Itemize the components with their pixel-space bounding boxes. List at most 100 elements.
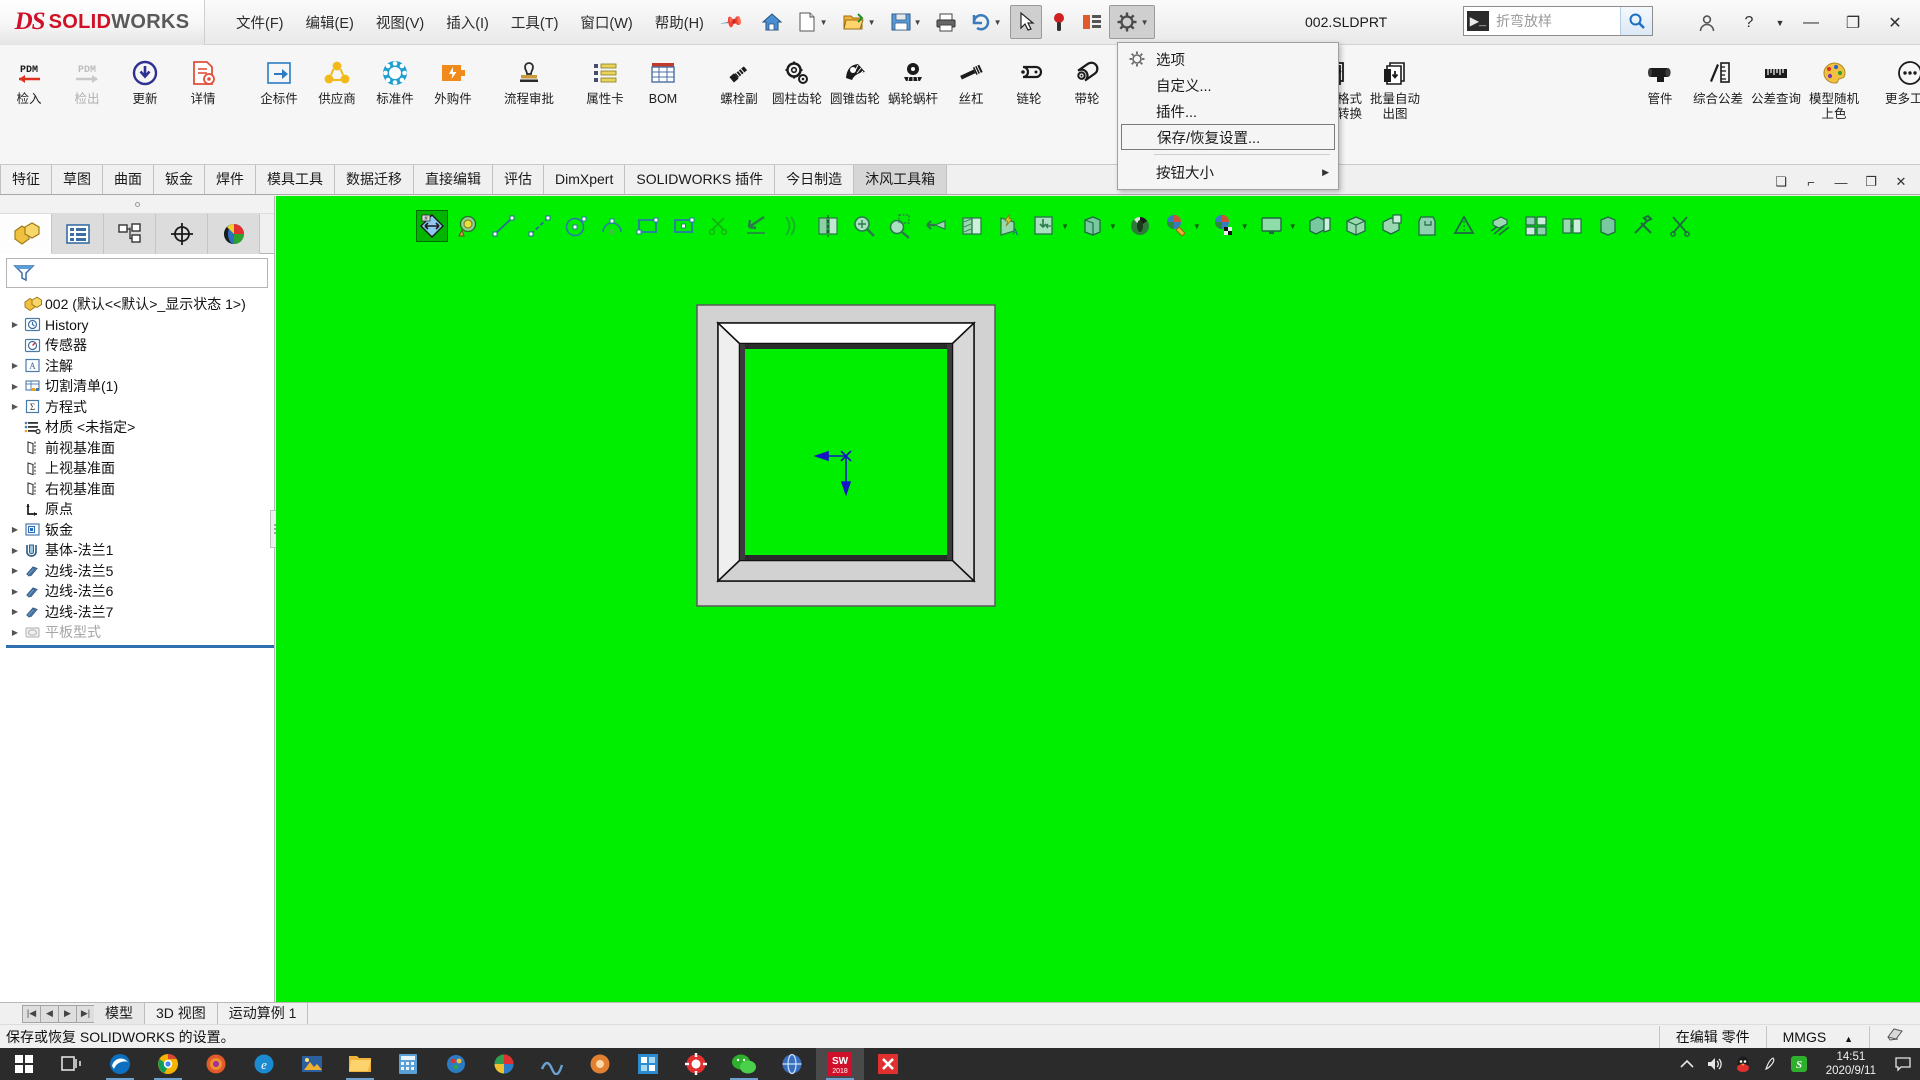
ribbon-button-enterprise-part[interactable]: 企标件 bbox=[250, 51, 308, 127]
tree-item-sheetmetal[interactable]: ▶ 钣金 bbox=[6, 520, 274, 541]
sogou-input-icon[interactable]: S bbox=[1786, 1048, 1812, 1080]
menu-item-save-restore-settings[interactable]: 保存/恢复设置... bbox=[1121, 124, 1335, 150]
calculator-icon[interactable] bbox=[384, 1048, 432, 1080]
tree-item-history[interactable]: ▶ History bbox=[6, 315, 274, 336]
submenu-arrow-icon[interactable]: ▶ bbox=[1322, 167, 1329, 178]
box-icon[interactable] bbox=[1592, 210, 1624, 242]
tree-item-annotations[interactable]: ▶ A 注解 bbox=[6, 356, 274, 377]
user-account-icon[interactable] bbox=[1686, 0, 1728, 45]
qq-icon[interactable] bbox=[1730, 1048, 1756, 1080]
tree-item-part-root[interactable]: 002 (默认<<默认>_显示状态 1>) bbox=[6, 294, 274, 315]
ribbon-button-approval[interactable]: 流程审批 bbox=[500, 51, 558, 127]
tree-item-sensors[interactable]: 传感器 bbox=[6, 335, 274, 356]
undo-button[interactable]: ▼ bbox=[963, 5, 1009, 39]
paint-icon[interactable] bbox=[432, 1048, 480, 1080]
pack-go-icon[interactable] bbox=[1340, 210, 1372, 242]
dimxpert-manager-tab[interactable] bbox=[156, 214, 208, 254]
tree-item-front-plane[interactable]: 前视基准面 bbox=[6, 438, 274, 459]
tree-arrow-icon[interactable]: ▶ bbox=[8, 382, 22, 391]
chevron-up-icon[interactable]: ▲ bbox=[1844, 1034, 1853, 1044]
chevron-down-icon[interactable]: ▼ bbox=[1193, 222, 1201, 231]
rotate-view-icon[interactable] bbox=[1256, 210, 1288, 242]
ribbon-button-batch-drawing[interactable]: 批量自动出图 bbox=[1366, 51, 1424, 127]
chevron-down-icon[interactable]: ▼ bbox=[994, 18, 1002, 27]
tree-arrow-icon[interactable]: ▶ bbox=[8, 607, 22, 616]
tab-weldments[interactable]: 焊件 bbox=[205, 165, 256, 194]
task-view-icon[interactable] bbox=[48, 1048, 96, 1080]
tree-arrow-icon[interactable]: ▶ bbox=[8, 546, 22, 555]
nav-first-button[interactable]: |◀ bbox=[22, 1004, 41, 1023]
solidworks-app-icon[interactable]: SW 2018 bbox=[816, 1048, 864, 1080]
ribbon-button-purchased-part[interactable]: 外购件 bbox=[424, 51, 482, 127]
convert-entities-icon[interactable] bbox=[740, 210, 772, 242]
zoom-to-fit-icon[interactable] bbox=[848, 210, 880, 242]
wechat-icon[interactable] bbox=[720, 1048, 768, 1080]
options-button[interactable]: ▼ bbox=[1108, 5, 1155, 39]
ribbon-button-standard-part[interactable]: 标准件 bbox=[366, 51, 424, 127]
tree-arrow-icon[interactable]: ▶ bbox=[8, 525, 22, 534]
scissors-icon[interactable] bbox=[1664, 210, 1696, 242]
offset-entities-icon[interactable] bbox=[776, 210, 808, 242]
new-document-button[interactable]: ▼ bbox=[789, 5, 835, 39]
tree-item-cutlist[interactable]: ▶ 切割清单(1) bbox=[6, 376, 274, 397]
ribbon-button-tolerance[interactable]: 综合公差 bbox=[1689, 51, 1747, 127]
pen-tool-icon[interactable] bbox=[1758, 1048, 1784, 1080]
menu-edit[interactable]: 编辑(E) bbox=[295, 7, 365, 38]
exploded-view-icon[interactable] bbox=[1376, 210, 1408, 242]
tab-dimxpert[interactable]: DimXpert bbox=[544, 165, 626, 194]
repair-icon[interactable] bbox=[1628, 210, 1660, 242]
tab-mufeng-toolbox[interactable]: 沐风工具箱 bbox=[854, 165, 948, 194]
tree-item-base-flange[interactable]: ▶ 基体-法兰1 bbox=[6, 540, 274, 561]
tab-direct-editing[interactable]: 直接编辑 bbox=[414, 165, 493, 194]
ribbon-button-random-color[interactable]: 模型随机上色 bbox=[1805, 51, 1863, 127]
mdi-maximize-doc[interactable]: ❐ bbox=[1858, 170, 1884, 194]
nav-next-button[interactable]: ▶ bbox=[58, 1004, 77, 1023]
ribbon-button-tolerance-query[interactable]: 公差查询 bbox=[1747, 51, 1805, 127]
appearance-icon[interactable] bbox=[1412, 210, 1444, 242]
tree-item-edge-flange-7[interactable]: ▶ 边线-法兰7 bbox=[6, 602, 274, 623]
ribbon-button-pulley[interactable]: 带轮 bbox=[1058, 51, 1116, 127]
centerline-icon[interactable] bbox=[524, 210, 556, 242]
search-box[interactable]: ▶_ 折弯放样 bbox=[1463, 6, 1653, 36]
property-manager-tab[interactable] bbox=[52, 214, 104, 254]
ribbon-button-bom[interactable]: BOM bbox=[634, 51, 692, 127]
tree-item-material[interactable]: 材质 <未指定> bbox=[6, 417, 274, 438]
mdi-pin-doc[interactable]: ⌐ bbox=[1798, 170, 1824, 194]
smart-dimension-icon[interactable]: # bbox=[416, 210, 448, 242]
open-document-button[interactable]: ▼ bbox=[836, 5, 882, 39]
mdi-minimize-doc[interactable]: — bbox=[1828, 170, 1854, 194]
ribbon-button-lead-screw[interactable]: 丝杠 bbox=[942, 51, 1000, 127]
tab-solidworks-addins[interactable]: SOLIDWORKS 插件 bbox=[625, 165, 776, 194]
chart-app-icon[interactable] bbox=[528, 1048, 576, 1080]
menu-item-button-size[interactable]: 按钮大小 ▶ bbox=[1118, 159, 1338, 185]
chevron-down-icon[interactable]: ▼ bbox=[868, 18, 876, 27]
bottom-tab-motion-study[interactable]: 运动算例 1 bbox=[218, 1003, 309, 1024]
tree-arrow-icon[interactable]: ▶ bbox=[8, 320, 22, 329]
bottom-tab-3d-views[interactable]: 3D 视图 bbox=[145, 1003, 218, 1024]
texture-icon[interactable] bbox=[1484, 210, 1516, 242]
search-input[interactable]: 折弯放样 bbox=[1489, 11, 1620, 31]
photos-icon[interactable] bbox=[480, 1048, 528, 1080]
tree-item-edge-flange-6[interactable]: ▶ 边线-法兰6 bbox=[6, 581, 274, 602]
save-button[interactable]: ▼ bbox=[883, 5, 929, 39]
grid-icon[interactable] bbox=[1520, 210, 1552, 242]
section-view-icon[interactable] bbox=[956, 210, 988, 242]
hide-show-items-icon[interactable] bbox=[1076, 210, 1108, 242]
panel-grip[interactable] bbox=[0, 196, 274, 214]
ribbon-button-pipe-fitting[interactable]: 管件 bbox=[1631, 51, 1689, 127]
mdi-close-doc[interactable]: ✕ bbox=[1888, 170, 1914, 194]
chevron-down-icon[interactable]: ▼ bbox=[1141, 18, 1149, 27]
menu-insert[interactable]: 插入(I) bbox=[435, 7, 500, 38]
tree-resize-bar[interactable] bbox=[6, 644, 274, 648]
overlay-icon[interactable] bbox=[1869, 1025, 1920, 1048]
tree-filter-box[interactable] bbox=[6, 258, 268, 288]
chevron-down-icon[interactable]: ▼ bbox=[914, 18, 922, 27]
settings-app-icon[interactable] bbox=[672, 1048, 720, 1080]
start-button[interactable] bbox=[0, 1048, 48, 1080]
units-selector[interactable]: MMGS ▲ bbox=[1765, 1025, 1869, 1048]
file-explorer-icon[interactable] bbox=[336, 1048, 384, 1080]
link-icon[interactable] bbox=[1556, 210, 1588, 242]
search-icon[interactable] bbox=[1620, 7, 1652, 35]
volume-icon[interactable] bbox=[1702, 1048, 1728, 1080]
center-rectangle-icon[interactable] bbox=[668, 210, 700, 242]
